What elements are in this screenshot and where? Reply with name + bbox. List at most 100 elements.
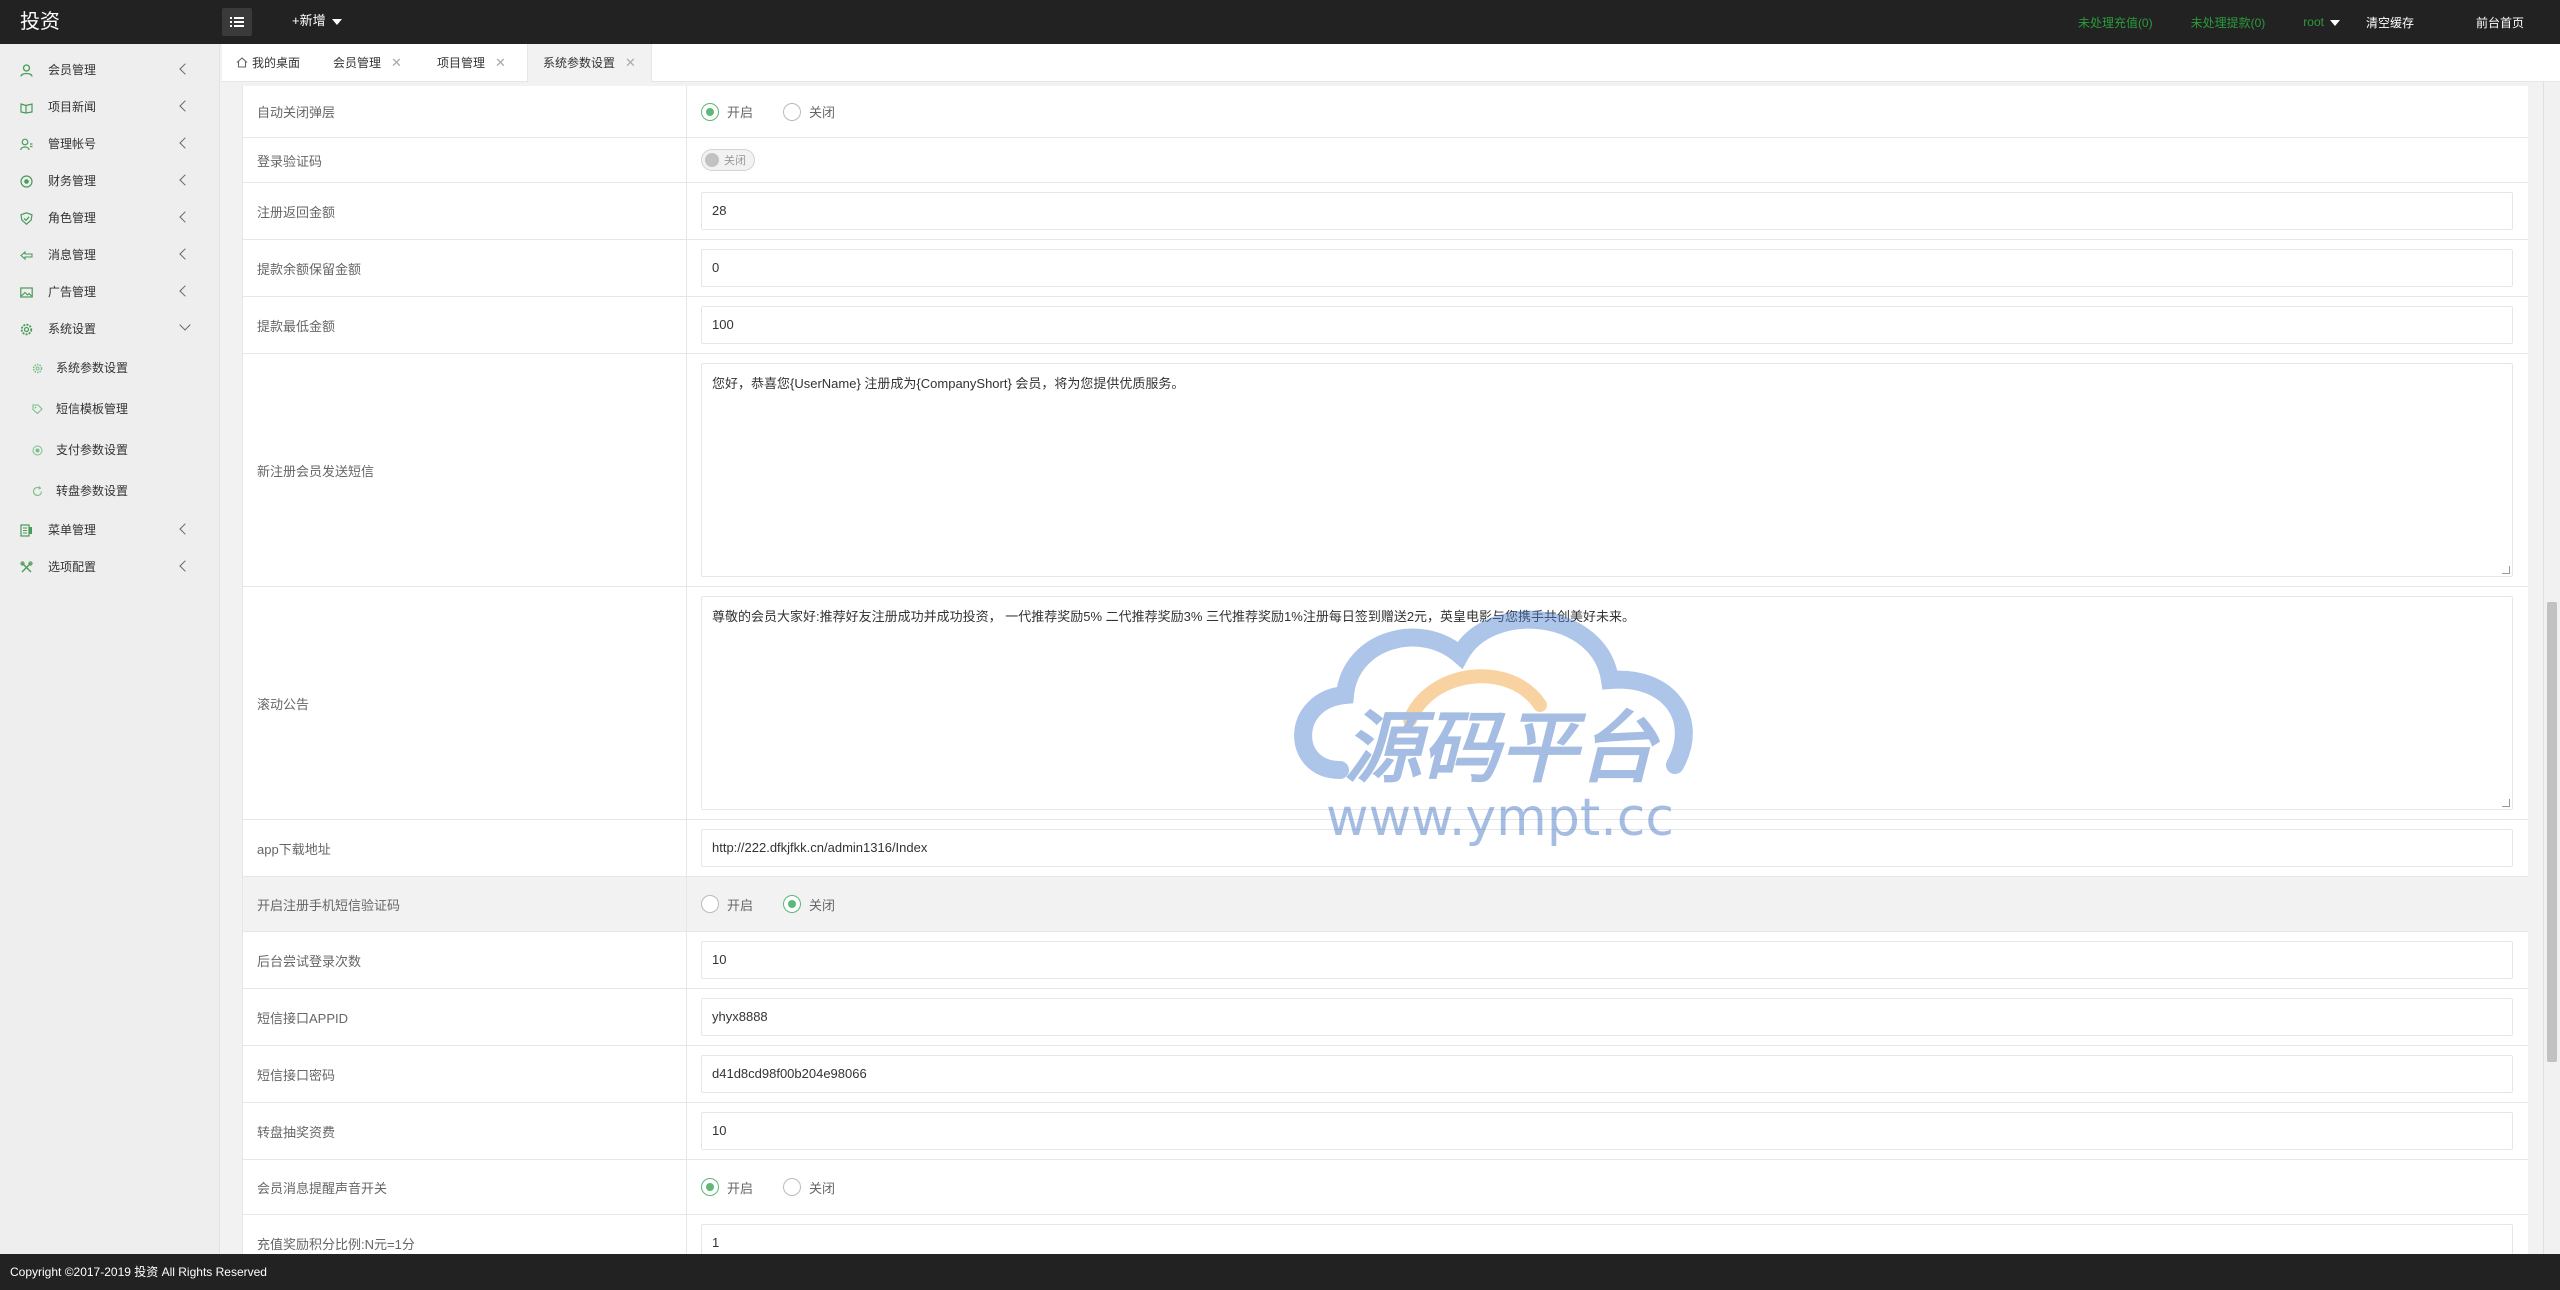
scrolling-notice-textarea[interactable]: 尊敬的会员大家好:推荐好友注册成功并成功投资， 一代推荐奖励5% 二代推荐奖励3…	[701, 596, 2513, 810]
sidebar-item-admin[interactable]: 管理帐号	[0, 126, 219, 163]
field-label: 登录验证码	[243, 138, 687, 182]
user-menu[interactable]: root	[2303, 15, 2340, 29]
add-new-dropdown[interactable]: +新增	[292, 0, 342, 42]
field-label: 新注册会员发送短信	[243, 354, 687, 586]
tab-member[interactable]: 会员管理 ✕	[333, 44, 402, 82]
radio-label: 开启	[727, 105, 754, 120]
sidebar-item-member[interactable]: 会员管理	[0, 52, 219, 89]
radio-option[interactable]: 开启	[701, 1178, 753, 1197]
withdraw-min-input[interactable]: 100	[701, 306, 2513, 344]
tab-system-params[interactable]: 系统参数设置 ✕	[527, 44, 652, 82]
sidebar-item-label: 广告管理	[48, 285, 97, 299]
pending-withdraw-link[interactable]: 未处理提款(0)	[2191, 14, 2266, 31]
radio-option[interactable]: 关闭	[783, 895, 835, 914]
shield-icon	[20, 212, 33, 225]
radio-option[interactable]: 关闭	[783, 1178, 835, 1197]
register-reward-input[interactable]: 28	[701, 192, 2513, 230]
book-icon	[20, 103, 33, 114]
textarea-text: 尊敬的会员大家好:推荐好友注册成功并成功投资， 一代推荐奖励5% 二代推荐奖励3…	[712, 609, 1636, 624]
sidebar-item-finance[interactable]: 财务管理	[0, 163, 219, 200]
settings-form: 自动关闭弹层 开启 关闭 登录验证码 关闭 注册返回金额 28 提款余额保留金额…	[242, 86, 2528, 1254]
resize-handle[interactable]	[2502, 566, 2510, 574]
radio-circle	[701, 895, 719, 913]
app-download-url-input[interactable]: http://222.dfkjfkk.cn/admin1316/Index	[701, 829, 2513, 867]
sidebar-subitem-label: 短信模板管理	[56, 402, 129, 416]
resize-handle[interactable]	[2502, 799, 2510, 807]
radio-label: 关闭	[809, 1180, 836, 1196]
sidebar-toggle-button[interactable]	[222, 8, 252, 36]
sidebar-item-label: 角色管理	[48, 211, 97, 225]
frontend-home-link[interactable]: 前台首页	[2476, 14, 2524, 31]
sidebar-subitem-system-params[interactable]: 系统参数设置	[0, 348, 219, 389]
withdraw-reserve-input[interactable]: 0	[701, 249, 2513, 287]
tab-label: 项目管理	[437, 56, 486, 70]
sidebar-item-label: 财务管理	[48, 174, 97, 188]
radio-label: 开启	[727, 897, 754, 913]
chevron-left-icon	[179, 248, 191, 260]
tab-project[interactable]: 项目管理 ✕	[437, 44, 506, 82]
chevron-left-icon	[179, 285, 191, 297]
field-label: 短信接口APPID	[243, 989, 687, 1045]
form-row: 登录验证码 关闭	[242, 138, 2528, 183]
money-icon	[20, 175, 33, 188]
copyright-text: Copyright ©2017-2019 投资 All Rights Reser…	[10, 1265, 267, 1279]
sidebar-item-role[interactable]: 角色管理	[0, 200, 219, 237]
radio-option[interactable]: 关闭	[783, 102, 835, 121]
tab-label: 我的桌面	[252, 56, 301, 70]
home-icon	[236, 57, 248, 68]
close-icon[interactable]: ✕	[495, 55, 506, 70]
radio-option[interactable]: 开启	[701, 102, 753, 121]
coin-icon	[32, 445, 43, 456]
sidebar-item-options[interactable]: 选项配置	[0, 549, 219, 586]
pending-recharge-link[interactable]: 未处理充值(0)	[2078, 14, 2153, 31]
wheel-fee-input[interactable]: 10	[701, 1112, 2513, 1150]
message-icon	[20, 250, 33, 261]
chevron-left-icon	[179, 137, 191, 149]
header-links: 未处理充值(0) 未处理提款(0) root 清空缓存 前台首页	[2078, 0, 2560, 44]
form-row: 短信接口APPID yhyx8888	[242, 989, 2528, 1046]
chevron-left-icon	[179, 100, 191, 112]
close-icon[interactable]: ✕	[625, 55, 636, 70]
user-icon	[20, 64, 33, 77]
close-icon[interactable]: ✕	[391, 55, 402, 70]
field-label: 短信接口密码	[243, 1046, 687, 1102]
register-sms-textarea[interactable]: 您好，恭喜您{UserName} 注册成为{CompanyShort} 会员，将…	[701, 363, 2513, 577]
sidebar-item-menu[interactable]: 菜单管理	[0, 512, 219, 549]
sidebar-subitem-wheel-params[interactable]: 转盘参数设置	[0, 471, 219, 512]
tag-icon	[32, 404, 43, 415]
app-logo[interactable]: 投资	[20, 0, 60, 44]
radio-circle	[783, 102, 802, 121]
sidebar-item-ads[interactable]: 广告管理	[0, 274, 219, 311]
main-content: 自动关闭弹层 开启 关闭 登录验证码 关闭 注册返回金额 28 提款余额保留金额…	[222, 82, 2560, 1254]
radio-circle	[783, 1178, 802, 1196]
sidebar-subitem-payment-params[interactable]: 支付参数设置	[0, 430, 219, 471]
sidebar-subitem-label: 转盘参数设置	[56, 484, 129, 498]
form-row: app下载地址 http://222.dfkjfkk.cn/admin1316/…	[242, 820, 2528, 877]
sms-appid-input[interactable]: yhyx8888	[701, 998, 2513, 1036]
caret-down-icon	[2329, 19, 2340, 26]
image-icon	[20, 287, 33, 298]
login-attempts-input[interactable]: 10	[701, 941, 2513, 979]
radio-label: 关闭	[809, 897, 836, 913]
sidebar-item-system[interactable]: 系统设置	[0, 311, 219, 348]
captcha-toggle[interactable]: 关闭	[701, 149, 755, 171]
sidebar-subitem-label: 支付参数设置	[56, 443, 129, 457]
chevron-left-icon	[179, 211, 191, 223]
tab-dashboard[interactable]: 我的桌面	[236, 44, 300, 82]
form-row: 开启注册手机短信验证码 开启 关闭	[242, 877, 2528, 932]
sidebar-item-news[interactable]: 项目新闻	[0, 89, 219, 126]
sidebar-item-label: 管理帐号	[48, 137, 97, 151]
sidebar-subitem-sms-template[interactable]: 短信模板管理	[0, 389, 219, 430]
sidebar-item-label: 选项配置	[48, 560, 97, 574]
clear-cache-link[interactable]: 清空缓存	[2366, 14, 2414, 31]
form-row: 提款余额保留金额 0	[242, 240, 2528, 297]
page-scrollbar[interactable]	[2543, 82, 2560, 1254]
radio-option[interactable]: 开启	[701, 895, 753, 914]
sidebar-item-label: 项目新闻	[48, 100, 97, 114]
recharge-points-ratio-input[interactable]: 1	[701, 1224, 2513, 1254]
sms-password-input[interactable]: d41d8cd98f00b204e98066	[701, 1055, 2513, 1093]
sidebar-item-message[interactable]: 消息管理	[0, 237, 219, 274]
toggle-text: 关闭	[724, 155, 746, 167]
field-label: 提款最低金额	[243, 297, 687, 353]
scrollbar-thumb[interactable]	[2547, 602, 2557, 1062]
